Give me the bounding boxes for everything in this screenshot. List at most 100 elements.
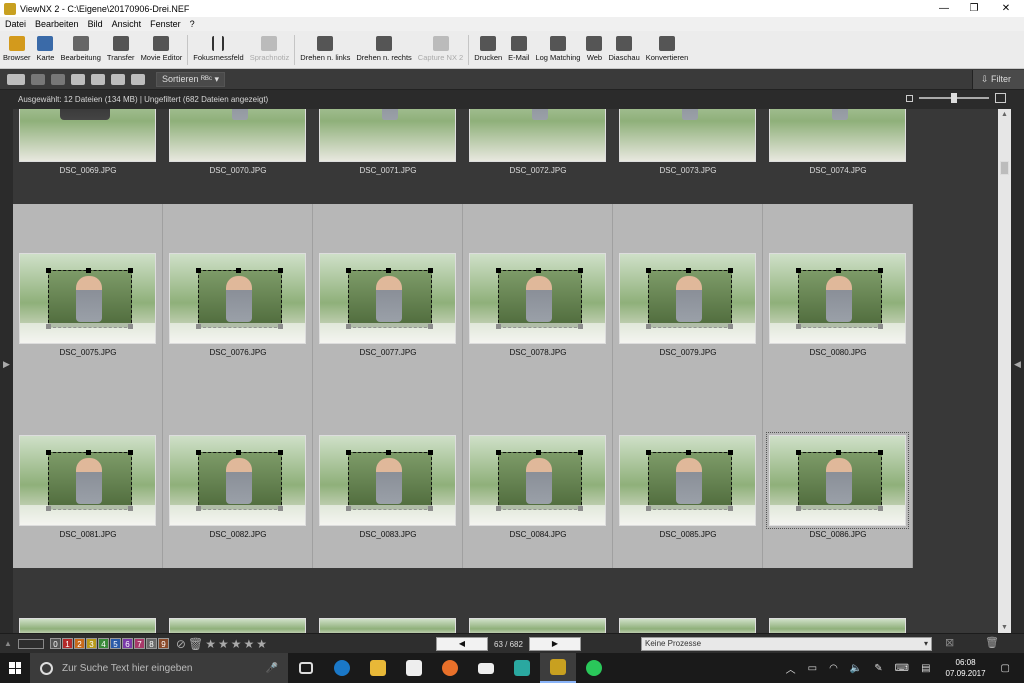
left-panel-toggle[interactable]: ▶ bbox=[0, 109, 13, 633]
toolbar-browser-button[interactable]: Browser bbox=[0, 31, 34, 69]
photo-thumbnail[interactable] bbox=[619, 618, 756, 633]
start-button[interactable] bbox=[0, 653, 30, 683]
photo-thumbnail[interactable] bbox=[769, 109, 906, 162]
keyboard-icon[interactable]: ⌨ bbox=[895, 663, 909, 674]
sort-dropdown[interactable]: Sortieren ᴿᴮᶜ ▾ bbox=[156, 71, 226, 87]
pen-icon[interactable]: ✎ bbox=[874, 663, 882, 674]
photo-thumbnail[interactable] bbox=[619, 109, 756, 162]
thumbnail-cell[interactable]: DSC_0084.JPG bbox=[463, 386, 613, 568]
process-dropdown[interactable]: Keine Prozesse ▾ bbox=[641, 637, 932, 651]
taskbar-viewer[interactable] bbox=[504, 653, 540, 683]
toolbar-log-matching-button[interactable]: Log Matching bbox=[532, 31, 583, 69]
taskbar-firefox[interactable] bbox=[432, 653, 468, 683]
menu-ansicht[interactable]: Ansicht bbox=[112, 19, 142, 29]
toolbar-edit-button[interactable]: Bearbeitung bbox=[57, 31, 103, 69]
photo-thumbnail[interactable] bbox=[319, 618, 456, 633]
folder-up-icon[interactable] bbox=[71, 73, 85, 85]
photo-thumbnail[interactable] bbox=[169, 109, 306, 162]
label-5[interactable]: 5 bbox=[109, 638, 121, 649]
filter-button[interactable]: ⇩ Filter bbox=[972, 70, 1024, 89]
right-panel-toggle[interactable]: ◀ bbox=[1011, 109, 1024, 633]
label-0[interactable]: 0 bbox=[49, 638, 61, 649]
photo-thumbnail[interactable] bbox=[319, 435, 456, 526]
photo-thumbnail[interactable] bbox=[169, 618, 306, 633]
label-3[interactable]: 3 bbox=[85, 638, 97, 649]
photo-thumbnail[interactable] bbox=[619, 253, 756, 344]
rating-star-2[interactable]: ★ bbox=[218, 637, 229, 651]
toolbar-focus-brackets-button[interactable]: Fokusmessfeld bbox=[190, 31, 246, 69]
maximize-button[interactable]: ❐ bbox=[958, 0, 990, 17]
zoom-knob[interactable] bbox=[951, 93, 957, 103]
thumbnail-cell[interactable]: DSC_0081.JPG bbox=[13, 386, 163, 568]
photo-thumbnail[interactable] bbox=[769, 618, 906, 633]
photo-thumbnail[interactable] bbox=[469, 435, 606, 526]
thumbnail-cell[interactable]: DSC_0079.JPG bbox=[613, 204, 763, 386]
toolbar-rotate-left-button[interactable]: Drehen n. links bbox=[297, 31, 353, 69]
photo-thumbnail[interactable] bbox=[319, 253, 456, 344]
menu-help[interactable]: ? bbox=[190, 19, 195, 29]
minimize-button[interactable]: — bbox=[928, 0, 960, 17]
zoom-track[interactable] bbox=[919, 93, 989, 103]
photo-thumbnail[interactable] bbox=[19, 435, 156, 526]
thumbnail-cell[interactable]: DSC_0080.JPG bbox=[763, 204, 913, 386]
toolbar-slideshow-button[interactable]: Diaschau bbox=[605, 31, 642, 69]
filmstrip-toggle-icon[interactable] bbox=[17, 638, 44, 649]
rating-star-4[interactable]: ★ bbox=[244, 637, 255, 651]
photo-thumbnail[interactable] bbox=[19, 618, 156, 633]
thumbnail-cell[interactable]: DSC_0086.JPG bbox=[763, 386, 913, 568]
toolbar-mail-button[interactable]: E-Mail bbox=[505, 31, 532, 69]
trash-icon[interactable]: 🗑 bbox=[985, 636, 999, 649]
thumbnail-cell[interactable]: DSC_0076.JPG bbox=[163, 204, 313, 386]
notifications-icon[interactable]: ▢ bbox=[1001, 663, 1010, 674]
taskbar-store[interactable] bbox=[396, 653, 432, 683]
wifi-icon[interactable]: ◠ bbox=[829, 663, 838, 674]
toolbar-rotate-right-button[interactable]: Drehen n. rechts bbox=[353, 31, 414, 69]
label-2[interactable]: 2 bbox=[73, 638, 85, 649]
thumbnail-cell[interactable]: DSC_0070.JPG bbox=[163, 109, 313, 204]
thumbnail-cell[interactable]: DSC_0085.JPG bbox=[613, 386, 763, 568]
photo-thumbnail[interactable] bbox=[469, 618, 606, 633]
taskbar-clock[interactable]: 06:08 07.09.2017 bbox=[937, 657, 995, 679]
label-4[interactable]: 4 bbox=[97, 638, 109, 649]
toolbar-convert-button[interactable]: Konvertieren bbox=[643, 31, 692, 69]
photo-thumbnail[interactable] bbox=[319, 109, 456, 162]
taskbar-edge[interactable] bbox=[324, 653, 360, 683]
photo-thumbnail[interactable] bbox=[619, 435, 756, 526]
label-9[interactable]: 9 bbox=[157, 638, 169, 649]
thumbnail-cell[interactable]: DSC_0078.JPG bbox=[463, 204, 613, 386]
rating-star-5[interactable]: ★ bbox=[256, 637, 267, 651]
grid-scrollbar[interactable]: ▲ ▼ bbox=[998, 109, 1011, 633]
rating-star-1[interactable]: ★ bbox=[205, 637, 216, 651]
thumbnail-size-slider[interactable] bbox=[906, 93, 1006, 103]
toolbar-camera-button[interactable]: Transfer bbox=[104, 31, 138, 69]
toolbar-film-reel-button[interactable]: Movie Editor bbox=[138, 31, 186, 69]
scroll-thumb[interactable] bbox=[1000, 161, 1009, 175]
thumbnail-cell[interactable]: DSC_0074.JPG bbox=[763, 109, 913, 204]
tray-expand-icon[interactable]: ︿ bbox=[786, 661, 796, 676]
thumbnail-cell[interactable]: DSC_0082.JPG bbox=[163, 386, 313, 568]
label-6[interactable]: 6 bbox=[121, 638, 133, 649]
menu-fenster[interactable]: Fenster bbox=[150, 19, 181, 29]
display-icon[interactable]: ▤ bbox=[921, 663, 930, 674]
photo-thumbnail[interactable] bbox=[169, 253, 306, 344]
delete-rating-icon[interactable]: 🗑 bbox=[188, 637, 203, 651]
label-1[interactable]: 1 bbox=[61, 638, 73, 649]
previous-page-button[interactable]: ◀ bbox=[436, 637, 488, 651]
next-page-button[interactable]: ▶ bbox=[528, 637, 581, 651]
photo-thumbnail[interactable] bbox=[469, 109, 606, 162]
toolbar-printer-button[interactable]: Drucken bbox=[471, 31, 505, 69]
photo-thumbnail[interactable] bbox=[766, 432, 909, 529]
view-mode-grid-icon[interactable] bbox=[7, 73, 25, 85]
battery-icon[interactable]: ▭ bbox=[808, 663, 817, 674]
label-8[interactable]: 8 bbox=[145, 638, 157, 649]
thumbnail-cell[interactable]: DSC_0072.JPG bbox=[463, 109, 613, 204]
scroll-up-icon[interactable]: ▲ bbox=[1001, 111, 1008, 118]
cancel-process-icon[interactable]: ⊠ bbox=[945, 636, 954, 649]
thumbnail-cell[interactable]: DSC_0073.JPG bbox=[613, 109, 763, 204]
reject-icon[interactable]: ⊘ bbox=[176, 637, 186, 651]
rating-star-3[interactable]: ★ bbox=[231, 637, 242, 651]
folder-options-icon[interactable] bbox=[91, 73, 105, 85]
menu-bild[interactable]: Bild bbox=[88, 19, 103, 29]
photo-thumbnail[interactable] bbox=[19, 109, 156, 162]
photo-thumbnail[interactable] bbox=[19, 253, 156, 344]
